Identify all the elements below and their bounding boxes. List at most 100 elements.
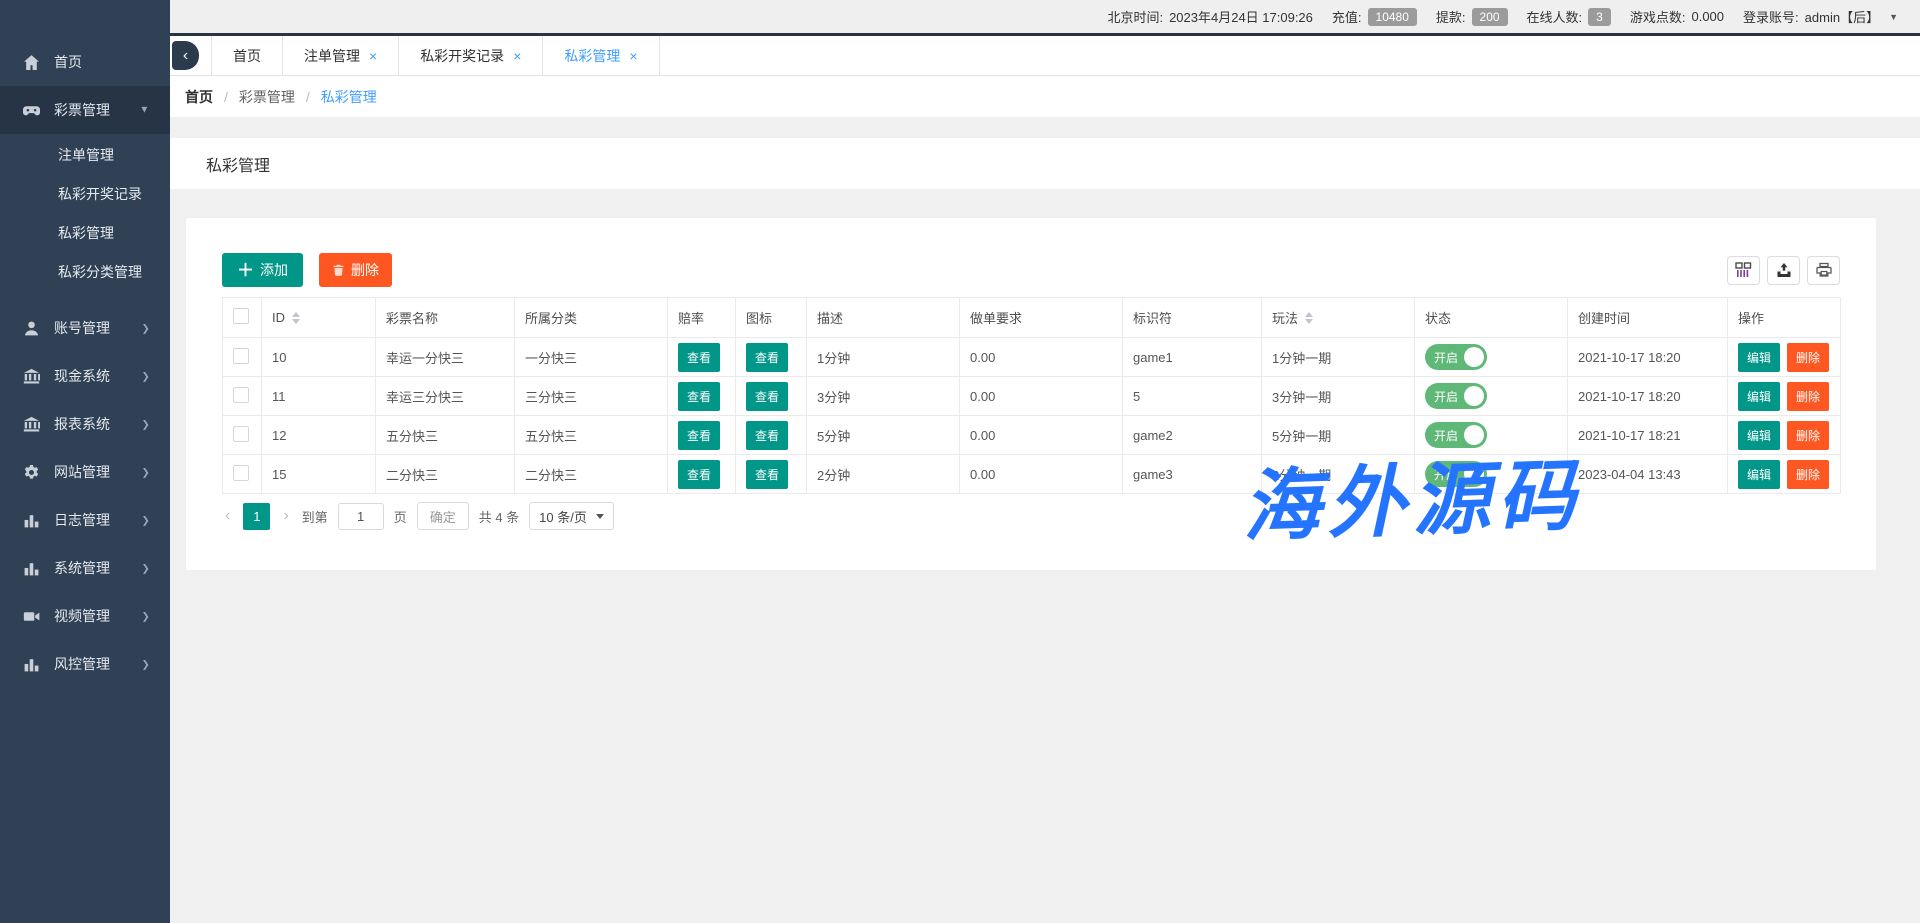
sidebar-item-logs[interactable]: 日志管理 ❯ (0, 496, 170, 544)
close-icon[interactable]: × (369, 49, 377, 63)
topbar: 北京时间: 2023年4月24日 17:09:26 充值: 10480 提款: … (170, 0, 1920, 33)
edit-button[interactable]: 编辑 (1738, 421, 1780, 450)
table-row: 12 五分快三 五分快三 查看 查看 5分钟 0.00 game2 5分钟一期 … (223, 416, 1841, 455)
toggle-knob (1464, 347, 1484, 367)
online-badge: 3 (1588, 8, 1611, 26)
row-delete-button[interactable]: 删除 (1787, 343, 1829, 372)
sidebar-item-reports[interactable]: 报表系统 ❯ (0, 400, 170, 448)
chevron-right-icon: ❯ (141, 322, 149, 334)
status-toggle[interactable]: 开启 (1425, 344, 1487, 370)
view-odds-button[interactable]: 查看 (678, 460, 720, 489)
toggle-knob (1464, 386, 1484, 406)
page-unit-label: 页 (394, 507, 407, 526)
edit-button[interactable]: 编辑 (1738, 382, 1780, 411)
sidebar-subitem-bet-orders[interactable]: 注单管理 (0, 136, 170, 175)
row-checkbox[interactable] (233, 387, 249, 403)
online-stat: 在线人数: 3 (1527, 7, 1611, 26)
plus-icon: ＋ (237, 262, 254, 279)
row-checkbox[interactable] (233, 465, 249, 481)
view-icon-button[interactable]: 查看 (746, 343, 788, 372)
breadcrumb-section[interactable]: 彩票管理 (239, 87, 295, 107)
toggle-knob (1464, 464, 1484, 484)
table-tools (1727, 256, 1840, 285)
view-odds-button[interactable]: 查看 (678, 382, 720, 411)
status-toggle[interactable]: 开启 (1425, 461, 1487, 487)
next-page-icon[interactable]: › (280, 507, 291, 525)
sidebar-item-label: 风控管理 (54, 654, 141, 674)
sidebar-item-lottery[interactable]: 彩票管理 ▼ (0, 86, 170, 134)
row-checkbox[interactable] (233, 426, 249, 442)
sidebar-item-label: 彩票管理 (54, 100, 139, 120)
tab-home[interactable]: 首页 (211, 36, 283, 75)
sidebar-item-label: 日志管理 (54, 510, 141, 530)
row-delete-button[interactable]: 删除 (1787, 460, 1829, 489)
table-header-row: ID 彩票名称 所属分类 赔率 图标 描述 做单要求 标识符 玩法 状态 创建时… (223, 298, 1841, 338)
sidebar-item-label: 视频管理 (54, 606, 141, 626)
close-icon[interactable]: × (513, 49, 521, 63)
sidebar-item-home[interactable]: 首页 (0, 38, 170, 86)
sidebar-item-label: 账号管理 (54, 318, 141, 338)
sidebar-submenu: 注单管理 私彩开奖记录 私彩管理 私彩分类管理 (0, 134, 170, 304)
export-button[interactable] (1767, 256, 1800, 285)
status-toggle[interactable]: 开启 (1425, 422, 1487, 448)
edit-button[interactable]: 编辑 (1738, 343, 1780, 372)
sidebar-subitem-draw-records[interactable]: 私彩开奖记录 (0, 175, 170, 214)
close-icon[interactable]: × (629, 49, 637, 63)
chevron-left-icon: ‹ (183, 47, 188, 65)
view-icon-button[interactable]: 查看 (746, 421, 788, 450)
delete-button[interactable]: 删除 (319, 253, 392, 287)
view-icon-button[interactable]: 查看 (746, 382, 788, 411)
lottery-table: ID 彩票名称 所属分类 赔率 图标 描述 做单要求 标识符 玩法 状态 创建时… (222, 297, 1841, 494)
tab-draw-records[interactable]: 私彩开奖记录 × (399, 36, 543, 75)
gamepad-icon (23, 102, 40, 119)
page-number-button[interactable]: 1 (243, 503, 270, 530)
columns-icon (1735, 262, 1752, 278)
columns-toggle-button[interactable] (1727, 256, 1760, 285)
toggle-knob (1464, 425, 1484, 445)
chevron-right-icon: ❯ (141, 466, 149, 478)
row-delete-button[interactable]: 删除 (1787, 421, 1829, 450)
add-button[interactable]: ＋ 添加 (222, 253, 303, 287)
sidebar-item-video[interactable]: 视频管理 ❯ (0, 592, 170, 640)
trash-icon (332, 263, 345, 277)
tab-bar: ‹ 首页 注单管理 × 私彩开奖记录 × 私彩管理 × (170, 33, 1920, 76)
view-odds-button[interactable]: 查看 (678, 421, 720, 450)
sidebar-subitem-lottery-category[interactable]: 私彩分类管理 (0, 253, 170, 292)
recharge-stat: 充值: 10480 (1332, 7, 1417, 26)
print-button[interactable] (1807, 256, 1840, 285)
account-dropdown[interactable]: 登录账号: admin【后】 ▼ (1743, 7, 1898, 26)
sidebar-item-system[interactable]: 系统管理 ❯ (0, 544, 170, 592)
tab-private-lottery[interactable]: 私彩管理 × (543, 36, 659, 75)
table-row: 10 幸运一分快三 一分快三 查看 查看 1分钟 0.00 game1 1分钟一… (223, 338, 1841, 377)
sidebar-item-website[interactable]: 网站管理 ❯ (0, 448, 170, 496)
row-delete-button[interactable]: 删除 (1787, 382, 1829, 411)
print-icon (1816, 262, 1832, 278)
status-toggle[interactable]: 开启 (1425, 383, 1487, 409)
sidebar-subitem-private-lottery[interactable]: 私彩管理 (0, 214, 170, 253)
sort-icon[interactable] (292, 312, 300, 324)
sidebar-item-risk[interactable]: 风控管理 ❯ (0, 640, 170, 688)
beijing-time: 北京时间: 2023年4月24日 17:09:26 (1107, 7, 1312, 26)
chevron-down-icon: ▼ (140, 105, 150, 116)
edit-button[interactable]: 编辑 (1738, 460, 1780, 489)
breadcrumb-home[interactable]: 首页 (185, 87, 213, 107)
bar-chart-icon (23, 560, 40, 577)
confirm-page-button[interactable]: 确定 (417, 502, 469, 530)
bank-icon (23, 416, 40, 433)
prev-page-icon[interactable]: ‹ (222, 507, 233, 525)
sidebar-collapse-button[interactable]: ‹ (172, 41, 199, 70)
goto-page-input[interactable] (338, 503, 384, 530)
chevron-right-icon: ❯ (141, 658, 149, 670)
page-size-select[interactable]: 10 条/页 (529, 502, 614, 530)
row-checkbox[interactable] (233, 348, 249, 364)
view-icon-button[interactable]: 查看 (746, 460, 788, 489)
select-all-checkbox[interactable] (233, 308, 249, 324)
tab-bet-orders[interactable]: 注单管理 × (283, 36, 399, 75)
total-count-label: 共 4 条 (479, 507, 519, 526)
view-odds-button[interactable]: 查看 (678, 343, 720, 372)
table-row: 11 幸运三分快三 三分快三 查看 查看 3分钟 0.00 5 3分钟一期 开启… (223, 377, 1841, 416)
sidebar-item-cash[interactable]: 现金系统 ❯ (0, 352, 170, 400)
sidebar-item-accounts[interactable]: 账号管理 ❯ (0, 304, 170, 352)
app-root: 首页 彩票管理 ▼ 注单管理 私彩开奖记录 私彩管理 私彩分类管理 账号管理 ❯ (0, 0, 1920, 923)
sort-icon[interactable] (1305, 312, 1313, 324)
